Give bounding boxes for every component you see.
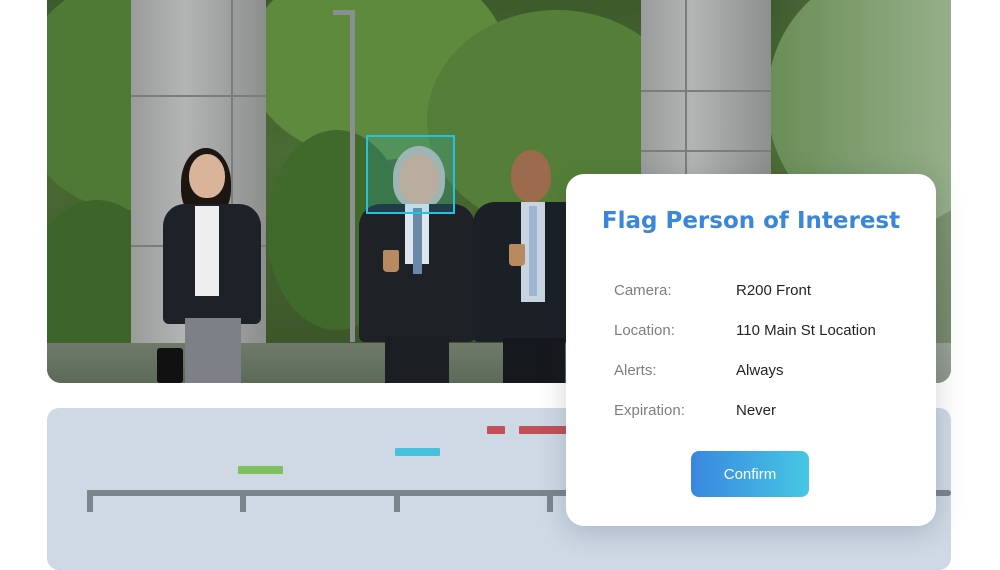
detail-row-camera: Camera: R200 Front [614, 282, 912, 302]
confirm-button[interactable]: Confirm [691, 451, 809, 497]
detail-value: 110 Main St Location [736, 322, 876, 339]
detail-row-alerts: Alerts: Always [614, 362, 912, 382]
detail-label: Alerts: [614, 362, 657, 379]
detail-value: Always [736, 362, 784, 379]
detail-label: Expiration: [614, 402, 685, 419]
lamp-pole [333, 10, 355, 15]
timeline-tick [240, 490, 246, 512]
detail-label: Camera: [614, 282, 672, 299]
detail-value: Never [736, 402, 777, 419]
detail-row-location: Location: 110 Main St Location [614, 322, 912, 342]
timeline-event-green[interactable] [238, 466, 283, 474]
timeline-tick [394, 490, 400, 512]
face-detection-box[interactable] [366, 135, 455, 214]
lamp-pole [350, 12, 355, 342]
person-woman [157, 148, 267, 383]
timeline-event-cyan[interactable] [395, 448, 440, 456]
flag-person-dialog: Flag Person of Interest Camera: R200 Fro… [566, 174, 936, 526]
timeline-tick [547, 490, 553, 512]
dialog-title: Flag Person of Interest [601, 208, 901, 234]
detail-value: R200 Front [736, 282, 812, 299]
timeline-tick [87, 490, 93, 512]
detail-row-expiration: Expiration: Never [614, 402, 912, 422]
detail-label: Location: [614, 322, 675, 339]
timeline-event-red[interactable] [487, 426, 505, 434]
